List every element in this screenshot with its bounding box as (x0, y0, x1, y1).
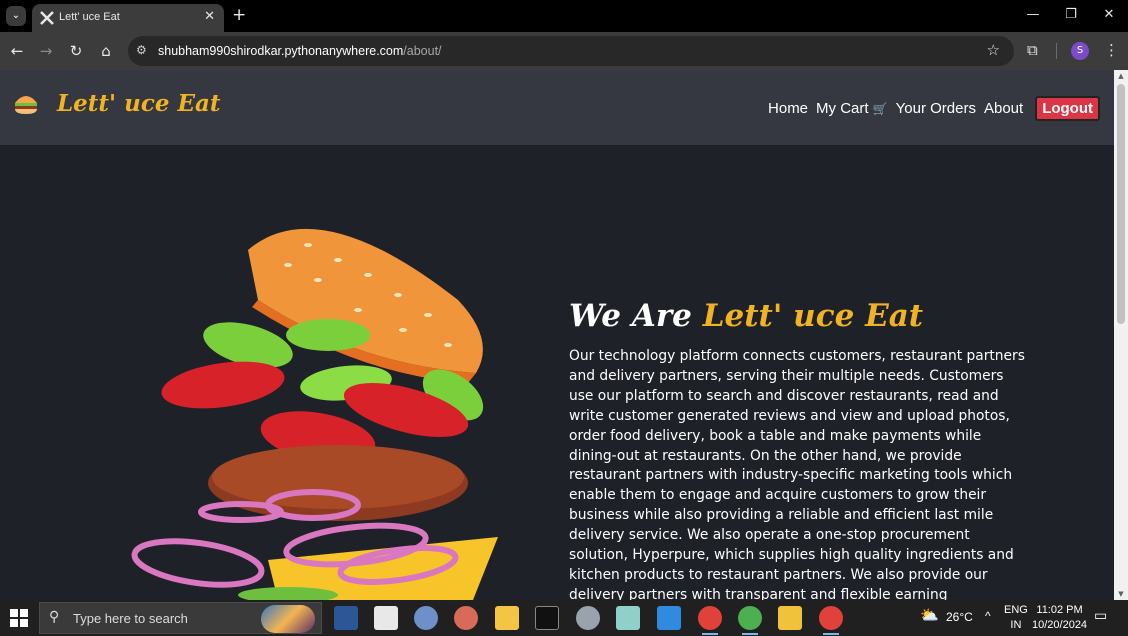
browser-toolbar: ← → ↻ ⌂ ⚙ shubham990shirodkar.pythonanyw… (0, 32, 1128, 70)
browser-tab[interactable]: Lett' uce Eat ✕ (32, 4, 224, 32)
scroll-down-icon[interactable]: ▼ (1114, 590, 1128, 598)
reload-icon[interactable]: ↻ (66, 41, 86, 61)
git-icon[interactable] (778, 606, 802, 630)
chrome-profile-icon[interactable] (738, 606, 762, 635)
nav-links: Home My Cart 🛒 Your Orders About Logout (768, 96, 1100, 121)
nav-orders-link[interactable]: Your Orders (896, 100, 976, 117)
address-bar[interactable]: ⚙ shubham990shirodkar.pythonanywhere.com… (128, 36, 1014, 66)
snipping-tool-icon[interactable] (454, 606, 478, 630)
site-favicon-icon (40, 11, 54, 25)
tab-close-icon[interactable]: ✕ (204, 9, 215, 24)
about-heading-brand: Lett' uce Eat (702, 298, 924, 334)
chrome-icon[interactable] (698, 606, 722, 635)
vscode-icon[interactable] (657, 606, 681, 630)
notifications-icon[interactable]: ▭ (1094, 608, 1107, 623)
restore-icon[interactable]: ❐ (1061, 7, 1081, 22)
taskbar-search[interactable]: ⚲ Type here to search (39, 602, 322, 634)
file-explorer-icon[interactable] (495, 606, 519, 630)
site-brand[interactable]: Lett' uce Eat (57, 90, 221, 117)
settings-icon[interactable] (576, 606, 600, 630)
weather-icon[interactable]: ⛅ (920, 608, 939, 623)
site-info-icon[interactable]: ⚙ (136, 43, 147, 57)
tray-chevron-icon[interactable]: ^ (985, 609, 991, 624)
clock-time: 11:02 PM (1036, 604, 1083, 616)
site-navbar: Lett' uce Eat Home My Cart 🛒 Your Orders… (0, 70, 1114, 145)
scrollbar-thumb[interactable] (1117, 84, 1125, 324)
search-icon: ⚲ (49, 609, 60, 625)
cart-icon: 🛒 (872, 102, 888, 116)
clock[interactable]: 11:02 PM 10/20/2024 (1032, 603, 1087, 633)
nav-cart-link[interactable]: My Cart 🛒 (816, 100, 888, 117)
windows-start-icon[interactable] (10, 609, 28, 627)
tab-title: Lett' uce Eat (59, 11, 120, 23)
browser-menu-icon[interactable]: ⋮ (1104, 41, 1119, 59)
logout-button[interactable]: Logout (1035, 96, 1100, 121)
back-icon[interactable]: ← (7, 41, 27, 61)
browser-tab-strip: ⌄ Lett' uce Eat ✕ + — ❐ ✕ (0, 0, 1128, 32)
input-language[interactable]: ENG IN (1004, 603, 1028, 633)
bookmark-star-icon[interactable]: ☆ (987, 41, 1000, 59)
address-url[interactable]: shubham990shirodkar.pythonanywhere.com/a… (158, 44, 442, 58)
extensions-icon[interactable]: ⧉ (1027, 41, 1038, 59)
notepad-icon[interactable] (374, 606, 398, 630)
weather-temp[interactable]: 26°C (946, 610, 973, 625)
language-code: ENG (1004, 604, 1028, 616)
profile-avatar[interactable]: S (1071, 42, 1089, 60)
forward-icon[interactable]: → (36, 41, 56, 61)
burger-logo-icon[interactable] (13, 93, 39, 115)
nav-home-link[interactable]: Home (768, 100, 808, 117)
window-close-icon[interactable]: ✕ (1099, 7, 1119, 22)
taskbar-search-placeholder: Type here to search (73, 611, 188, 626)
minimize-icon[interactable]: — (1023, 7, 1043, 22)
nav-about-link[interactable]: About (984, 100, 1023, 117)
windows-taskbar: ⚲ Type here to search ⛅ 26°C ^ ENG IN 11… (0, 600, 1128, 636)
about-paragraph: Our technology platform connects custome… (569, 348, 1025, 600)
tab-search-icon[interactable]: ⌄ (6, 6, 26, 26)
region-code: IN (1010, 619, 1022, 631)
exploding-burger-illustration (131, 228, 498, 600)
scroll-up-icon[interactable]: ▲ (1114, 72, 1128, 80)
page-scrollbar[interactable]: ▲ ▼ (1114, 70, 1128, 600)
about-heading: We Are Lett' uce Eat (569, 298, 923, 334)
home-icon[interactable]: ⌂ (96, 41, 116, 61)
search-highlight-image (261, 605, 315, 633)
web-page: Lett' uce Eat Home My Cart 🛒 Your Orders… (0, 70, 1114, 600)
about-heading-prefix: We Are (569, 298, 692, 334)
nav-cart-label: My Cart (816, 100, 869, 117)
new-tab-icon[interactable]: + (232, 5, 246, 25)
toolbar-divider (1056, 43, 1057, 59)
word-icon[interactable] (334, 606, 358, 630)
app-icon[interactable] (616, 606, 640, 630)
paint-icon[interactable] (414, 606, 438, 630)
clock-date: 10/20/2024 (1032, 619, 1088, 631)
terminal-icon[interactable] (535, 606, 559, 630)
chrome-profile-2-icon[interactable] (819, 606, 843, 635)
